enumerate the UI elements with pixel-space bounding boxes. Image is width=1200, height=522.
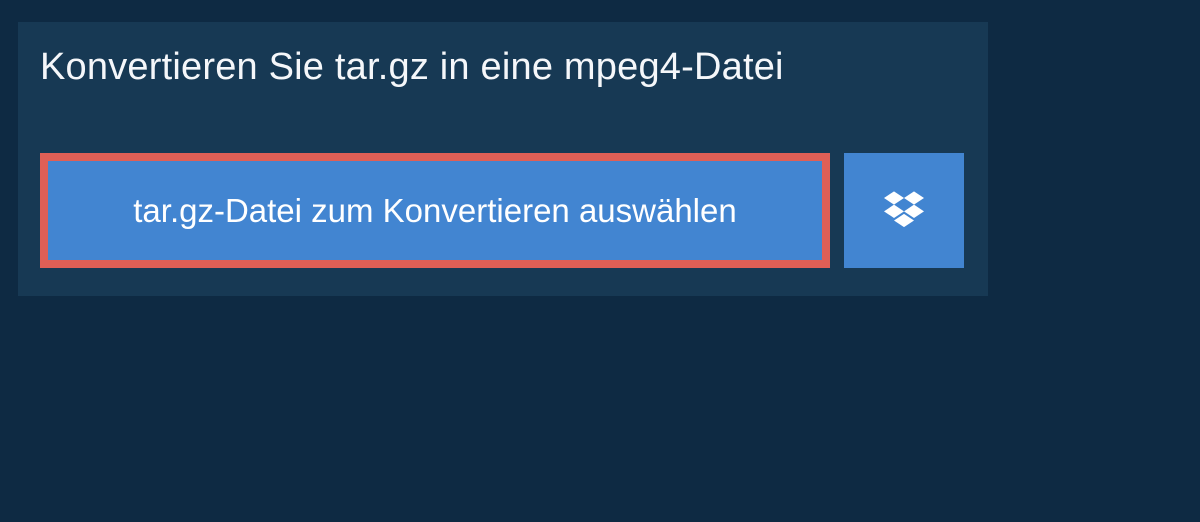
convert-panel: Konvertieren Sie tar.gz in eine mpeg4-Da… [18, 22, 988, 296]
select-file-button-label: tar.gz-Datei zum Konvertieren auswählen [133, 192, 736, 230]
dropbox-button[interactable] [844, 153, 964, 268]
dropbox-icon [884, 188, 924, 233]
button-row: tar.gz-Datei zum Konvertieren auswählen [18, 153, 988, 268]
page-title: Konvertieren Sie tar.gz in eine mpeg4-Da… [40, 46, 831, 89]
heading-container: Konvertieren Sie tar.gz in eine mpeg4-Da… [18, 22, 853, 113]
select-file-button[interactable]: tar.gz-Datei zum Konvertieren auswählen [40, 153, 830, 268]
